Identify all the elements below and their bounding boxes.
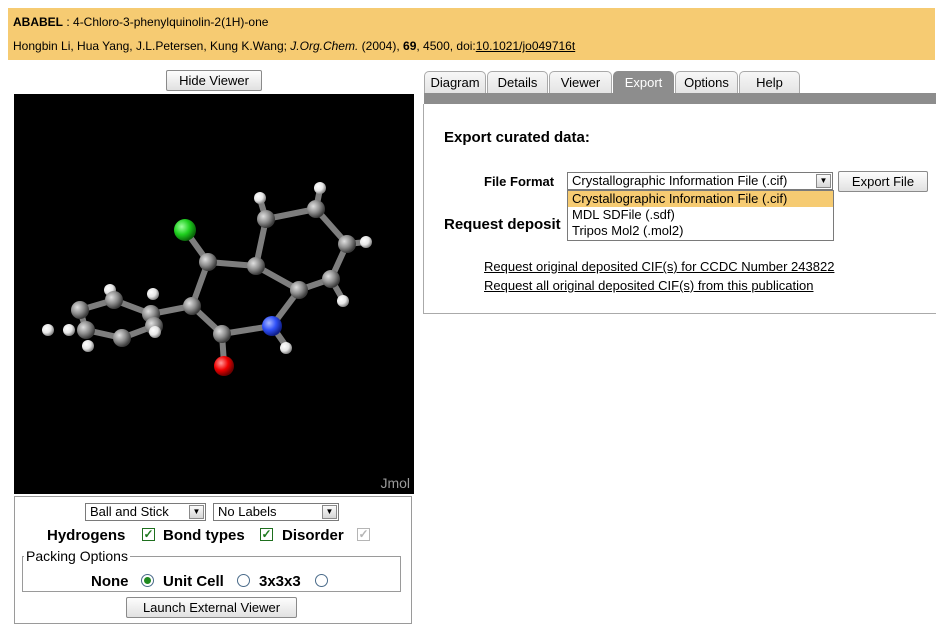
labels-select[interactable]: No Labels ▼	[213, 503, 339, 521]
packing-3x3x3-label: 3x3x3	[259, 573, 301, 590]
viewer-controls: Ball and Stick ▼ No Labels ▼ Hydrogens ✓ B…	[14, 496, 412, 624]
render-style-select[interactable]: Ball and Stick ▼	[85, 503, 206, 521]
format-option-mol2[interactable]: Tripos Mol2 (.mol2)	[568, 223, 833, 239]
compound-line: ABABEL : 4-Chloro-3-phenylquinolin-2(1H)…	[13, 15, 268, 29]
jmol-viewer[interactable]: Jmol	[14, 94, 414, 494]
packing-none-radio[interactable]	[141, 574, 154, 587]
tab-help[interactable]: Help	[739, 71, 800, 93]
compound-name: 4-Chloro-3-phenylquinolin-2(1H)-one	[73, 15, 269, 29]
refcode-separator: :	[63, 15, 74, 29]
disorder-checkbox[interactable]: ✓	[357, 528, 370, 541]
volume: 69	[403, 39, 417, 53]
request-publication-cif-link[interactable]: Request all original deposited CIF(s) fr…	[484, 278, 814, 293]
bond-types-label: Bond types	[163, 527, 245, 544]
citation-header: ABABEL : 4-Chloro-3-phenylquinolin-2(1H)…	[8, 8, 935, 60]
hydrogens-checkbox[interactable]: ✓	[142, 528, 155, 541]
tab-diagram[interactable]: Diagram	[424, 71, 486, 93]
hide-viewer-button[interactable]: Hide Viewer	[166, 70, 262, 91]
bond-types-checkbox[interactable]: ✓	[260, 528, 273, 541]
tab-export[interactable]: Export	[613, 71, 674, 93]
export-heading: Export curated data:	[444, 129, 590, 146]
file-format-dropdown: Crystallographic Information File (.cif)…	[567, 190, 834, 241]
request-ccdc-cif-link[interactable]: Request original deposited CIF(s) for CC…	[484, 259, 834, 274]
hydrogens-label: Hydrogens	[47, 527, 126, 544]
packing-options-fieldset: Packing Options None Unit Cell 3x3x3	[22, 548, 401, 592]
tab-viewer[interactable]: Viewer	[549, 71, 612, 93]
packing-unit-cell-radio[interactable]	[237, 574, 250, 587]
tab-options[interactable]: Options	[675, 71, 738, 93]
packing-3x3x3-radio[interactable]	[315, 574, 328, 587]
chevron-down-icon: ▼	[322, 505, 337, 519]
citation-line: Hongbin Li, Hua Yang, J.L.Petersen, Kung…	[13, 39, 575, 53]
packing-options-legend: Packing Options	[24, 548, 130, 564]
atoms	[42, 182, 372, 376]
format-option-cif[interactable]: Crystallographic Information File (.cif)	[568, 191, 833, 207]
tab-details[interactable]: Details	[487, 71, 548, 93]
pages: , 4500, doi:	[416, 39, 476, 53]
format-option-sdf[interactable]: MDL SDFile (.sdf)	[568, 207, 833, 223]
doi-link[interactable]: 10.1021/jo049716t	[476, 39, 575, 53]
tab-bar-underline	[424, 93, 936, 104]
render-style-value: Ball and Stick	[90, 504, 169, 519]
chevron-down-icon: ▼	[816, 174, 831, 188]
packing-unit-cell-label: Unit Cell	[163, 573, 224, 590]
year: (2004),	[358, 39, 404, 53]
packing-none-label: None	[91, 573, 129, 590]
file-format-label: File Format	[484, 174, 555, 189]
export-file-button[interactable]: Export File	[838, 171, 928, 192]
journal: J.Org.Chem.	[290, 39, 359, 53]
file-format-value: Crystallographic Information File (.cif)	[572, 173, 788, 188]
molecule-render	[42, 182, 372, 376]
authors: Hongbin Li, Hua Yang, J.L.Petersen, Kung…	[13, 39, 291, 53]
file-format-select[interactable]: Crystallographic Information File (.cif)…	[567, 172, 833, 190]
chevron-down-icon: ▼	[189, 505, 204, 519]
labels-value: No Labels	[218, 504, 277, 519]
refcode: ABABEL	[13, 15, 63, 29]
request-deposit-heading: Request deposit	[444, 216, 561, 233]
launch-external-viewer-button[interactable]: Launch External Viewer	[126, 597, 297, 618]
disorder-label: Disorder	[282, 527, 344, 544]
jmol-watermark: Jmol	[380, 475, 410, 491]
